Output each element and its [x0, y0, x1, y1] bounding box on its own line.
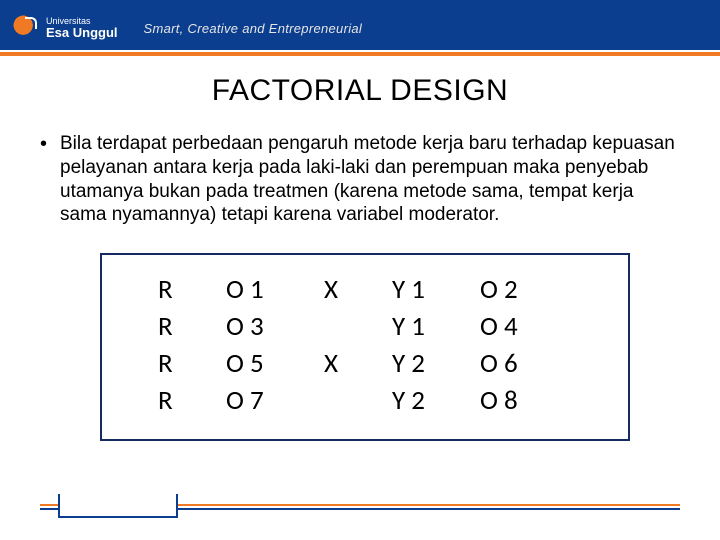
- cell: R: [158, 347, 208, 380]
- university-name: Esa Unggul: [46, 25, 118, 40]
- cell: O 3: [226, 310, 306, 343]
- header-divider-orange: [0, 52, 720, 56]
- cell: Y 1: [392, 310, 462, 343]
- bullet-paragraph: • Bila terdapat perbedaan pengaruh metod…: [40, 132, 680, 227]
- cell: [324, 384, 374, 417]
- cell: O 7: [226, 384, 306, 417]
- cell: R: [158, 384, 208, 417]
- cell: [324, 310, 374, 343]
- cell: O 5: [226, 347, 306, 380]
- cell: X: [324, 347, 374, 380]
- slide-content: FACTORIAL DESIGN • Bila terdapat perbeda…: [0, 56, 720, 441]
- logo-icon: [12, 14, 40, 42]
- cell: O 2: [480, 273, 550, 306]
- cell: Y 2: [392, 347, 462, 380]
- cell: O 6: [480, 347, 550, 380]
- header-bar: Universitas Esa Unggul Smart, Creative a…: [0, 0, 720, 56]
- cell: Y 1: [392, 273, 462, 306]
- cell: O 1: [226, 273, 306, 306]
- factorial-design-box: R O 1 X Y 1 O 2 R O 3 Y 1 O 4 R O 5 X Y …: [100, 253, 630, 441]
- cell: X: [324, 273, 374, 306]
- university-logo: Universitas Esa Unggul: [12, 14, 118, 42]
- cell: Y 2: [392, 384, 462, 417]
- bullet-icon: •: [40, 132, 60, 227]
- logo-text: Universitas Esa Unggul: [46, 17, 118, 39]
- slide-title: FACTORIAL DESIGN: [40, 74, 680, 108]
- cell: O 8: [480, 384, 550, 417]
- paragraph-text: Bila terdapat perbedaan pengaruh metode …: [60, 132, 680, 227]
- footer-notch: [58, 494, 178, 518]
- tagline: Smart, Creative and Entrepreneurial: [144, 21, 363, 36]
- cell: R: [158, 310, 208, 343]
- factorial-design-table: R O 1 X Y 1 O 2 R O 3 Y 1 O 4 R O 5 X Y …: [158, 273, 608, 417]
- cell: R: [158, 273, 208, 306]
- cell: O 4: [480, 310, 550, 343]
